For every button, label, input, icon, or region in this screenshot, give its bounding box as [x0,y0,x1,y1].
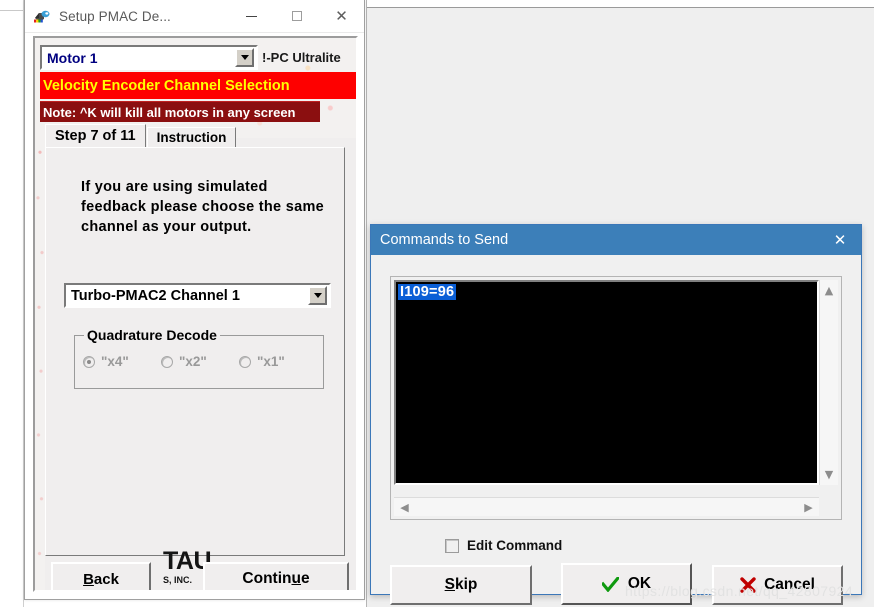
setup-pmac-window: Setup PMAC De... ✕ Motor 1 !-PC Ultralit… [24,0,365,600]
background-window-left [0,0,24,607]
radio-x2-label: "x2" [179,354,207,369]
section-banner-text: Velocity Encoder Channel Selection [43,77,290,94]
commands-vertical-scrollbar[interactable]: ▲ ▼ [819,280,838,485]
scroll-up-icon[interactable]: ▲ [820,282,838,299]
desktop-background: Setup PMAC De... ✕ Motor 1 !-PC Ultralit… [0,0,874,607]
edit-command-label: Edit Command [467,538,563,553]
motor-select-value: Motor 1 [47,49,98,66]
check-icon [600,575,621,592]
encoder-channel-select[interactable]: Turbo-PMAC2 Channel 1 [64,283,331,308]
background-window-left-divider [0,10,23,11]
wizard-titlebar[interactable]: Setup PMAC De... ✕ [25,0,364,33]
scroll-right-icon[interactable]: ▶ [800,498,817,516]
commands-dialog-body: I109=96 ▲ ▼ ◀ ▶ Edit Command Skip OK Can… [371,255,861,605]
commands-to-send-dialog: Commands to Send ✕ I109=96 ▲ ▼ ◀ ▶ Edit … [370,224,862,605]
continue-button-label: Continue [242,570,310,587]
logo-edge-texture [35,134,45,590]
radio-x4-label: "x4" [101,354,129,369]
ok-button-label: OK [627,575,652,592]
commands-horizontal-scrollbar[interactable]: ◀ ▶ [394,497,819,516]
edit-command-checkbox-row[interactable]: Edit Command [445,538,562,553]
minimize-icon [246,15,257,17]
tab-instruction[interactable]: Instruction [146,127,237,148]
continue-button[interactable]: Continue [203,562,349,590]
maximize-button[interactable] [274,0,319,32]
radio-x2-indicator [161,355,173,368]
radio-x4-indicator [83,355,95,368]
close-icon: ✕ [335,6,348,25]
back-button[interactable]: Back [51,562,151,590]
radio-x2[interactable]: "x2" [161,354,239,369]
commands-listbox-container: I109=96 ▲ ▼ ◀ ▶ [390,276,842,520]
ok-button[interactable]: OK [561,563,692,605]
commands-dialog-close-button[interactable]: ✕ [819,225,861,255]
motor-select[interactable]: Motor 1 [40,45,258,70]
radio-x4[interactable]: "x4" [83,354,161,369]
wizard-caption-buttons: ✕ [229,0,364,32]
background-window-titlebar [367,0,874,8]
step-panel: If you are using simulated feedback plea… [45,147,345,556]
radio-x1-label: "x1" [257,354,285,369]
scroll-down-icon[interactable]: ▼ [820,466,838,483]
tab-step-7-of-11[interactable]: Step 7 of 11 [45,124,146,148]
minimize-button[interactable] [229,0,274,32]
x-icon [740,577,756,593]
close-button[interactable]: ✕ [319,0,364,32]
wizard-title-text: Setup PMAC De... [59,8,171,24]
command-list-item[interactable]: I109=96 [398,284,457,300]
warning-note-text: Note: ^K will kill all motors in any scr… [43,104,296,120]
skip-button-label: Skip [444,576,478,593]
quadrature-decode-options: "x4" "x2" "x1" [83,354,317,369]
instruction-text: If you are using simulated feedback plea… [81,179,325,235]
scroll-left-icon[interactable]: ◀ [396,498,413,516]
quadrature-decode-group: Quadrature Decode "x4" "x2" "x1" [74,327,324,389]
cancel-button-label: Cancel [764,576,815,593]
quadrature-decode-legend: Quadrature Decode [84,327,220,343]
section-banner: Velocity Encoder Channel Selection [40,72,356,99]
warning-note-bar: Note: ^K will kill all motors in any scr… [40,101,320,122]
encoder-channel-value: Turbo-PMAC2 Channel 1 [71,287,240,304]
radio-x1[interactable]: "x1" [239,354,317,369]
wizard-tabstrip: Step 7 of 11 Instruction [45,124,348,148]
cancel-button[interactable]: Cancel [712,565,843,605]
maximize-icon [291,11,302,21]
skip-button[interactable]: Skip [390,565,532,605]
wizard-client-area: Motor 1 !-PC Ultralite Velocity Encoder … [33,36,358,592]
device-model-label: !-PC Ultralite [262,50,341,65]
pmac-app-icon [33,7,51,25]
commands-dialog-title: Commands to Send [380,232,509,248]
edit-command-checkbox[interactable] [445,538,459,553]
motor-select-row: Motor 1 !-PC Ultralite [40,45,356,71]
motor-select-chevron-down-icon[interactable] [235,48,254,67]
commands-dialog-titlebar[interactable]: Commands to Send ✕ [371,225,861,255]
commands-listbox[interactable]: I109=96 [394,280,819,485]
radio-x1-indicator [239,355,251,368]
encoder-channel-chevron-down-icon[interactable] [308,286,327,305]
back-button-label: Back [83,570,119,588]
close-icon: ✕ [833,231,847,249]
